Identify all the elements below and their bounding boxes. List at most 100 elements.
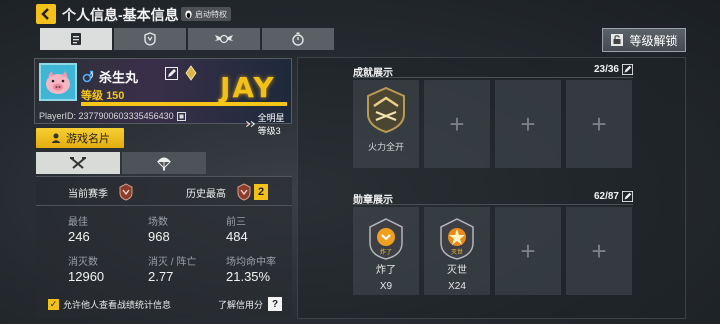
diamond-icon <box>185 65 197 81</box>
achievements-count: 23/36 <box>593 64 619 75</box>
allow-view-label: 允许他人查看战绩统计信息 <box>63 300 172 310</box>
profile-card: 杀生丸 JAY 等级 150 PlayerID: 237790060333545… <box>34 58 292 136</box>
current-rank-icon <box>119 183 133 201</box>
tab-history[interactable] <box>262 28 334 50</box>
medals-count: 62/87 <box>593 191 619 202</box>
profile-tabs <box>40 28 334 50</box>
level-unlock-label: 等级解锁 <box>629 33 678 48</box>
medal-count: X9 <box>379 281 393 292</box>
chevron-left-icon <box>41 8 49 20</box>
privilege-badge-label: 启动特权 <box>195 9 227 19</box>
level-progress-bar <box>81 102 287 106</box>
game-namecard-label: 游戏名片 <box>66 133 110 145</box>
document-icon <box>71 33 81 45</box>
history-rank-icon <box>237 183 251 201</box>
help-icon[interactable]: ? <box>268 297 283 311</box>
stat-value: 968 <box>148 229 170 244</box>
allstar-level: 全明星等级3 <box>245 111 291 137</box>
achievements-header: 成就展示 23/36 <box>353 64 633 79</box>
stat-label: 场均命中率 <box>226 257 276 268</box>
level-row: 等级 150 <box>81 87 124 103</box>
parachute-icon <box>157 157 171 171</box>
stat-value: 21.35% <box>226 269 271 284</box>
apocalypse-medal-icon: 灭世 <box>440 218 474 260</box>
level-label: 等级 <box>81 90 103 102</box>
stat-kd: 消灭 / 阵亡 2.77 <box>148 253 196 284</box>
privilege-badge[interactable]: 启动特权 <box>181 7 231 21</box>
user-card-icon <box>51 133 61 143</box>
medal-count: X24 <box>448 281 466 292</box>
banner-text: JAY <box>220 71 276 104</box>
add-icon: + <box>449 109 465 139</box>
unlock-icon <box>611 34 624 46</box>
avatar[interactable] <box>39 63 77 101</box>
achievement-empty-slot[interactable]: + <box>424 80 490 168</box>
tab-honor[interactable] <box>188 28 260 50</box>
tab-rank[interactable] <box>114 28 186 50</box>
edit-achievements-icon[interactable] <box>622 64 633 75</box>
stat-label: 场数 <box>148 217 168 228</box>
medal-slot[interactable]: 炸了 炸了 X9 <box>353 207 419 295</box>
tab-multiplayer[interactable] <box>36 152 120 174</box>
allow-view-checkbox[interactable]: ✓ <box>48 299 59 310</box>
medal-name: 灭世 <box>447 265 467 276</box>
add-icon: + <box>520 236 536 266</box>
add-icon: + <box>591 236 607 266</box>
stats-divider <box>36 205 292 206</box>
achievement-name: 火力全开 <box>367 142 404 152</box>
stat-label: 最佳 <box>68 217 88 228</box>
credit-score-link[interactable]: 了解信用分 ? <box>218 297 283 311</box>
stats-panel: 当前赛季 历史最高 2 最佳 246 场数 968 前三 484 消灭数 129… <box>36 176 292 318</box>
stat-label: 前三 <box>226 217 246 228</box>
level-progress-fill <box>81 102 287 106</box>
credit-score-label: 了解信用分 <box>218 299 264 310</box>
stat-matches: 场数 968 <box>148 213 170 244</box>
level-value: 150 <box>106 90 125 102</box>
achievements-count-wrap: 23/36 <box>594 64 633 75</box>
stopwatch-icon <box>292 32 304 46</box>
medals-header: 勋章展示 62/87 <box>353 191 633 206</box>
medal-badge-text: 灭世 <box>451 248 463 256</box>
edit-name-icon[interactable] <box>165 67 178 80</box>
medals-count-wrap: 62/87 <box>594 191 633 202</box>
back-button[interactable] <box>36 4 56 24</box>
edit-medals-icon[interactable] <box>622 191 633 202</box>
signal-icon <box>90 71 94 79</box>
stat-best: 最佳 246 <box>68 213 90 244</box>
tab-battle-royale[interactable] <box>122 152 206 174</box>
achievement-empty-slot[interactable]: + <box>566 80 632 168</box>
medal-badge-text: 炸了 <box>380 248 392 256</box>
bomb-medal-icon: 炸了 <box>369 218 403 260</box>
wings-emblem-icon <box>215 34 233 44</box>
history-high-label: 历史最高 <box>186 189 226 200</box>
penguin-icon <box>185 9 192 19</box>
stat-value: 2.77 <box>148 269 174 284</box>
allow-view-stats[interactable]: ✓ 允许他人查看战绩统计信息 <box>48 298 171 311</box>
stat-kills: 消灭数 12960 <box>68 253 104 284</box>
stat-top3: 前三 484 <box>226 213 248 244</box>
medal-empty-slot[interactable]: + <box>495 207 561 295</box>
current-season-label: 当前赛季 <box>68 189 108 200</box>
stat-accuracy: 场均命中率 21.35% <box>226 253 276 284</box>
medal-empty-slot[interactable]: + <box>566 207 632 295</box>
stat-label: 消灭数 <box>68 257 98 268</box>
page-title: 个人信息-基本信息 <box>62 7 179 23</box>
pig-avatar-icon <box>46 71 70 94</box>
achievement-empty-slot[interactable]: + <box>495 80 561 168</box>
firepower-achievement-icon <box>367 86 405 134</box>
copy-icon[interactable] <box>176 111 186 121</box>
achievement-slot[interactable]: 火力全开 <box>353 80 419 168</box>
add-icon: + <box>520 109 536 139</box>
medal-name: 炸了 <box>376 265 396 276</box>
player-id: PlayerID: 2377900603335456430 <box>39 111 174 121</box>
stat-value: 484 <box>226 229 248 244</box>
medal-slot[interactable]: 灭世 灭世 X24 <box>424 207 490 295</box>
tab-basic-info[interactable] <box>40 28 112 50</box>
player-id-row: PlayerID: 2377900603335456430 <box>39 111 186 121</box>
stat-value: 246 <box>68 229 90 244</box>
allstar-icon <box>246 120 256 128</box>
allstar-label: 全明星等级3 <box>257 113 285 136</box>
achievements-divider <box>353 77 633 78</box>
level-unlock-button[interactable]: 等级解锁 <box>602 28 686 52</box>
game-namecard-button[interactable]: 游戏名片 <box>36 128 124 148</box>
